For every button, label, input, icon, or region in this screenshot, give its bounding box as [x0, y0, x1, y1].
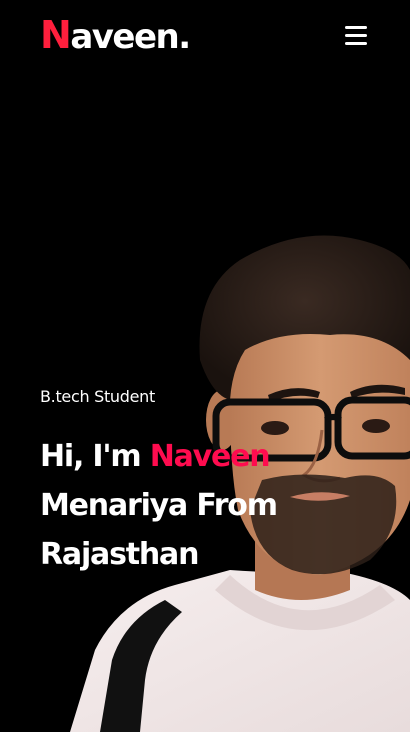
logo-dot: .	[178, 17, 191, 57]
logo-initial: N	[40, 13, 72, 57]
menu-bar	[345, 34, 367, 37]
hero-heading: Hi, I'm Naveen Menariya From Rajasthan	[40, 432, 360, 579]
profile-portrait	[70, 235, 410, 732]
hero-intro: B.tech Student Hi, I'm Naveen Menariya F…	[40, 386, 360, 579]
heading-name: Naveen	[149, 439, 271, 474]
menu-bar	[345, 26, 367, 29]
hero-subtitle: B.tech Student	[40, 387, 155, 406]
site-logo[interactable]: Naveen.	[40, 13, 191, 58]
site-header: Naveen.	[0, 0, 410, 76]
logo-text: aveen	[70, 17, 179, 57]
heading-line-3: Rajasthan	[40, 537, 199, 572]
hero-page: Naveen. B.tech Student Hi, I'm Naveen Me…	[0, 0, 410, 732]
heading-greeting: Hi, I'm	[40, 439, 150, 474]
heading-line-2: Menariya From	[40, 488, 278, 523]
menu-bar	[345, 42, 367, 45]
hamburger-menu-icon[interactable]	[341, 24, 371, 48]
